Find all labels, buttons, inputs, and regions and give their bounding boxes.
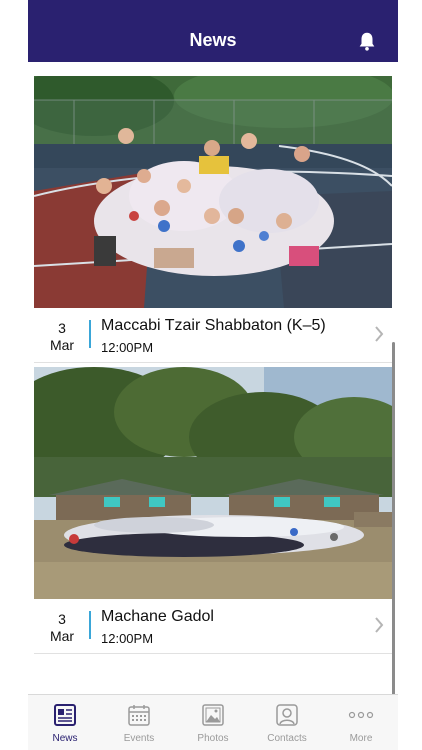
event-info-row[interactable]: 3 Mar Machane Gadol 12:00PM [34, 599, 392, 654]
tab-label: Contacts [267, 733, 307, 744]
chevron-right-icon[interactable] [374, 617, 384, 633]
tab-label: News [52, 733, 78, 744]
event-title: Machane Gadol [101, 608, 214, 625]
event-info-row[interactable]: 3 Mar Maccabi Tzair Shabbaton (K–5) 12:0… [34, 308, 392, 363]
app-screen: News 3 Mar Maccabi Tzair Shabbaton (K–5)… [28, 0, 398, 750]
tab-contacts[interactable]: Contacts [250, 695, 324, 750]
tab-label: Photos [197, 733, 229, 744]
scrollbar[interactable] [392, 342, 395, 694]
event-month: Mar [49, 337, 75, 353]
page-title: News [189, 30, 237, 50]
accent-divider [89, 320, 91, 348]
tab-photos[interactable]: Photos [176, 695, 250, 750]
event-card[interactable]: 3 Mar Machane Gadol 12:00PM [34, 367, 392, 654]
accent-divider [89, 611, 91, 639]
tab-label: Events [123, 733, 155, 744]
tab-news[interactable]: News [28, 695, 102, 750]
bottom-tab-bar: News Events Photos Contacts More [28, 694, 398, 750]
event-day: 3 [58, 611, 66, 627]
event-day: 3 [58, 320, 66, 336]
event-time: 12:00PM [101, 340, 154, 355]
event-month: Mar [49, 628, 75, 644]
event-card[interactable]: 3 Mar Maccabi Tzair Shabbaton (K–5) 12:0… [34, 76, 392, 363]
tab-more[interactable]: More [324, 695, 398, 750]
event-photo[interactable] [34, 76, 392, 308]
top-nav-bar: News [28, 0, 398, 62]
news-feed[interactable]: 3 Mar Maccabi Tzair Shabbaton (K–5) 12:0… [28, 62, 398, 694]
chevron-right-icon[interactable] [374, 326, 384, 342]
tab-label: More [349, 733, 373, 744]
event-time: 12:00PM [101, 631, 154, 646]
event-date: 3 Mar [42, 611, 82, 645]
contact-icon [276, 704, 298, 726]
event-title: Maccabi Tzair Shabbaton (K–5) [101, 317, 326, 334]
calendar-icon [128, 705, 150, 726]
tab-events[interactable]: Events [102, 695, 176, 750]
photo-icon [202, 704, 224, 726]
event-photo[interactable] [34, 367, 392, 599]
event-date: 3 Mar [42, 320, 82, 354]
more-dots-icon [348, 711, 374, 719]
newspaper-icon [54, 704, 76, 726]
bell-icon[interactable] [356, 30, 378, 52]
